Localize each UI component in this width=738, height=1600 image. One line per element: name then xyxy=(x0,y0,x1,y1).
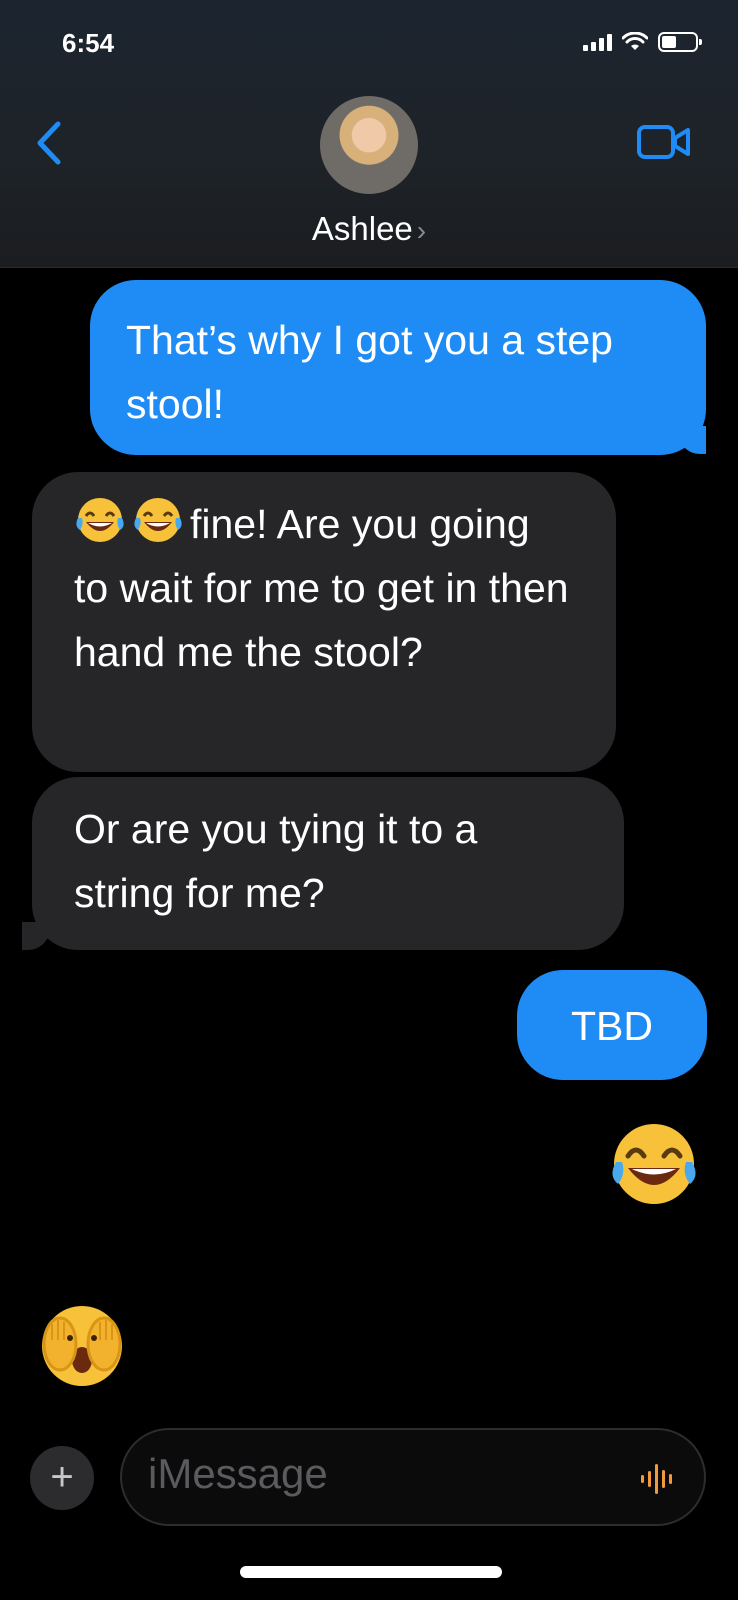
wifi-icon xyxy=(622,32,648,50)
contact-name[interactable]: Ashlee › xyxy=(0,210,738,248)
message-bubble-outgoing[interactable]: TBD xyxy=(517,970,707,1080)
face-with-hands-over-eyes-icon[interactable] xyxy=(36,1300,128,1392)
video-call-icon[interactable] xyxy=(636,122,692,162)
face-with-tears-of-joy-icon xyxy=(134,498,182,542)
face-with-tears-of-joy-icon xyxy=(76,498,124,542)
message-text: That’s why I got you a step stool! xyxy=(126,317,613,427)
battery-icon xyxy=(658,32,702,52)
contact-name-label: Ashlee xyxy=(311,210,413,247)
imessage-input-field[interactable]: iMessage xyxy=(120,1428,706,1526)
bubble-tail xyxy=(22,922,50,950)
message-text: Or are you tying it to a string for me? xyxy=(74,806,478,916)
face-with-tears-of-joy-icon[interactable] xyxy=(608,1118,700,1210)
message-bubble-incoming[interactable]: Or are you tying it to a string for me? xyxy=(32,777,624,950)
back-chevron-icon[interactable] xyxy=(30,118,70,168)
message-text: TBD xyxy=(571,1003,653,1049)
bubble-tail xyxy=(678,426,706,454)
message-bubble-outgoing[interactable]: That’s why I got you a step stool! xyxy=(90,280,706,455)
cellular-signal-icon xyxy=(583,33,612,51)
status-icons xyxy=(583,32,702,52)
message-bubble-incoming[interactable]: fine! Are you going to wait for me to ge… xyxy=(32,472,616,772)
imessage-placeholder: iMessage xyxy=(148,1450,328,1497)
home-indicator[interactable] xyxy=(240,1566,502,1578)
contact-avatar[interactable] xyxy=(320,96,418,194)
apps-plus-button[interactable]: + xyxy=(30,1446,94,1510)
chevron-right-icon: › xyxy=(416,215,427,246)
audio-waveform-icon[interactable] xyxy=(640,1462,676,1496)
status-time: 6:54 xyxy=(62,28,115,58)
conversation-header: 6:54 Ashlee › xyxy=(0,0,738,268)
